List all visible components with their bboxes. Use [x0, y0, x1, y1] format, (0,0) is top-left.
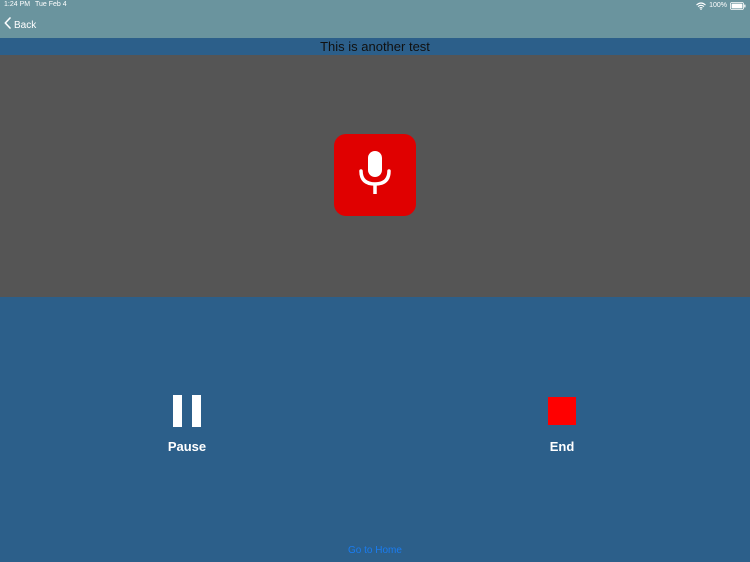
- microphone-icon: [357, 149, 393, 202]
- stop-icon: [522, 393, 602, 429]
- mic-panel: [0, 55, 750, 297]
- end-label: End: [549, 439, 575, 454]
- record-button[interactable]: [334, 134, 416, 216]
- status-date: Tue Feb 4: [35, 1, 67, 8]
- wifi-icon: [696, 0, 706, 15]
- title-strip: This is another test: [0, 38, 750, 55]
- back-button[interactable]: Back: [4, 17, 36, 33]
- go-to-home-link[interactable]: Go to Home: [0, 545, 750, 556]
- status-indicators: 100%: [696, 1, 746, 10]
- pause-icon: [147, 393, 227, 429]
- status-time: 1:24 PM: [4, 1, 31, 8]
- end-button[interactable]: End: [522, 393, 602, 454]
- back-label: Back: [14, 19, 37, 31]
- chevron-left-icon: [4, 16, 11, 34]
- pause-label: Pause: [167, 439, 207, 454]
- battery-percentage: 100%: [709, 2, 727, 9]
- top-bar: 1:24 PM Tue Feb 4 100% Back: [0, 0, 750, 38]
- battery-icon: [730, 0, 746, 15]
- recording-screen: 1:24 PM Tue Feb 4 100% Back This is anot…: [0, 0, 750, 562]
- pause-button[interactable]: Pause: [147, 393, 227, 454]
- recording-title: This is another test: [320, 39, 430, 54]
